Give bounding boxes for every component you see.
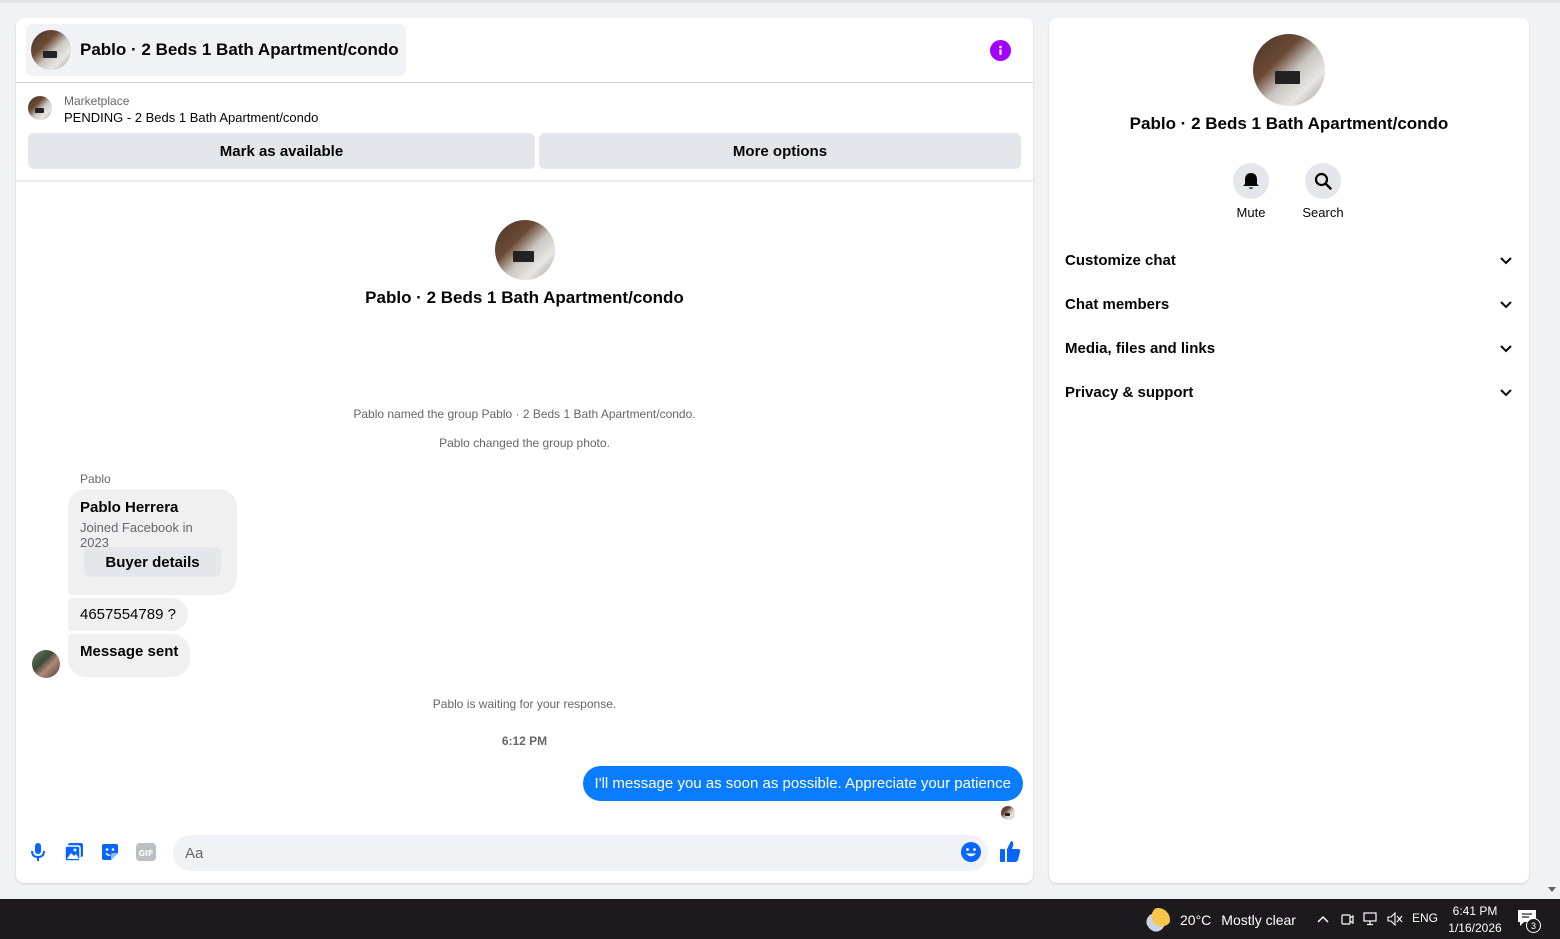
chat-panel: Pablo · 2 Beds 1 Bath Apartment/condo Ma… — [16, 18, 1033, 883]
chat-title-button[interactable]: Pablo · 2 Beds 1 Bath Apartment/condo — [26, 24, 406, 76]
section-label: Chat members — [1065, 295, 1170, 313]
sender-name: Pablo — [80, 472, 111, 486]
section-label: Media, files and links — [1065, 339, 1216, 357]
section-label: Privacy & support — [1065, 383, 1194, 401]
system-tray — [1314, 910, 1404, 928]
incoming-message[interactable]: Message sent — [68, 634, 191, 677]
search-circle[interactable] — [1305, 163, 1341, 199]
system-clock[interactable]: 6:41 PM 1/16/2026 — [1445, 903, 1505, 937]
emoji-icon[interactable] — [960, 841, 982, 863]
chat-title: Pablo · 2 Beds 1 Bath Apartment/condo — [80, 40, 399, 59]
group-avatar — [31, 30, 71, 70]
notification-count: 3 — [1526, 918, 1541, 933]
message-composer: GIF — [16, 830, 1033, 876]
mute-label: Mute — [1236, 205, 1266, 220]
weather-widget[interactable]: 20°C Mostly clear — [1146, 908, 1296, 932]
info-avatar[interactable] — [1253, 34, 1325, 106]
mute-button[interactable]: Mute — [1216, 163, 1286, 220]
search-icon — [1314, 172, 1332, 190]
buyer-profile-card: Pablo Herrera Joined Facebook in 2023 Bu… — [68, 489, 237, 595]
search-label: Search — [1302, 205, 1344, 220]
listing-thumbnail — [28, 96, 52, 120]
mute-circle[interactable] — [1233, 163, 1269, 199]
media-files-links-section[interactable]: Media, files and links — [1049, 328, 1529, 368]
microphone-icon[interactable] — [26, 840, 50, 864]
window-top-border — [0, 0, 1560, 3]
photo-icon[interactable] — [62, 840, 86, 864]
system-message: Pablo changed the group photo. — [439, 436, 610, 450]
conversation-title: Pablo · 2 Beds 1 Bath Apartment/condo — [365, 288, 684, 307]
info-title: Pablo · 2 Beds 1 Bath Apartment/condo — [1129, 114, 1449, 133]
chat-members-section[interactable]: Chat members — [1049, 284, 1529, 324]
chevron-down-icon — [1500, 389, 1512, 397]
privacy-support-section[interactable]: Privacy & support — [1049, 372, 1529, 412]
section-label: Customize chat — [1065, 251, 1176, 269]
chat-header: Pablo · 2 Beds 1 Bath Apartment/condo — [16, 18, 1033, 83]
clock-time: 6:41 PM — [1452, 904, 1498, 918]
sender-avatar[interactable] — [32, 650, 60, 678]
info-icon[interactable] — [990, 40, 1011, 61]
buyer-joined: Joined Facebook in 2023 — [80, 520, 193, 550]
scroll-down-arrow[interactable] — [1547, 884, 1557, 894]
meet-icon[interactable] — [1338, 910, 1356, 928]
chevron-up-icon[interactable] — [1314, 910, 1332, 928]
system-message: Pablo is waiting for your response. — [432, 697, 617, 711]
conversation-avatar — [495, 220, 555, 280]
thumbs-up-icon[interactable] — [999, 839, 1023, 865]
weather-condition: Mostly clear — [1221, 912, 1296, 928]
bell-icon — [1243, 173, 1259, 189]
seen-receipt-avatar — [1001, 806, 1015, 820]
buyer-name: Pablo Herrera — [80, 499, 179, 516]
sticker-icon[interactable] — [98, 840, 122, 864]
volume-muted-icon[interactable] — [1386, 910, 1404, 928]
message-timestamp: 6:12 PM — [501, 734, 548, 748]
windows-taskbar: 20°C Mostly clear ENG 6:41 PM 1/16/2026 … — [0, 899, 1560, 939]
more-options-button[interactable]: More options — [539, 133, 1021, 169]
temperature: 20°C — [1180, 912, 1212, 928]
marketplace-listing-bar: Marketplace PENDING - 2 Beds 1 Bath Apar… — [16, 83, 1033, 181]
search-button[interactable]: Search — [1288, 163, 1358, 220]
chevron-down-icon — [1500, 301, 1512, 309]
language-indicator[interactable]: ENG — [1412, 911, 1438, 925]
clock-date: 1/16/2026 — [1448, 921, 1502, 935]
gif-icon[interactable]: GIF — [134, 840, 158, 864]
system-message: Pablo named the group Pablo · 2 Beds 1 B… — [353, 407, 696, 421]
outgoing-message[interactable]: I'll message you as soon as possible. Ap… — [582, 766, 1023, 801]
network-icon[interactable] — [1362, 910, 1380, 928]
chevron-down-icon — [1500, 257, 1512, 265]
message-input[interactable] — [173, 835, 988, 871]
listing-status: PENDING - 2 Beds 1 Bath Apartment/condo — [64, 110, 319, 125]
weather-icon — [1146, 908, 1170, 932]
incoming-message[interactable]: 4657554789 ? — [68, 598, 188, 631]
customize-chat-section[interactable]: Customize chat — [1049, 240, 1529, 280]
buyer-details-button[interactable]: Buyer details — [84, 547, 221, 577]
chat-info-panel: Pablo · 2 Beds 1 Bath Apartment/condo Mu… — [1049, 18, 1529, 883]
chevron-down-icon — [1500, 345, 1512, 353]
svg-text:GIF: GIF — [138, 849, 153, 858]
listing-info[interactable]: Marketplace PENDING - 2 Beds 1 Bath Apar… — [28, 93, 318, 127]
listing-source: Marketplace — [64, 94, 130, 108]
mark-as-available-button[interactable]: Mark as available — [28, 133, 535, 169]
